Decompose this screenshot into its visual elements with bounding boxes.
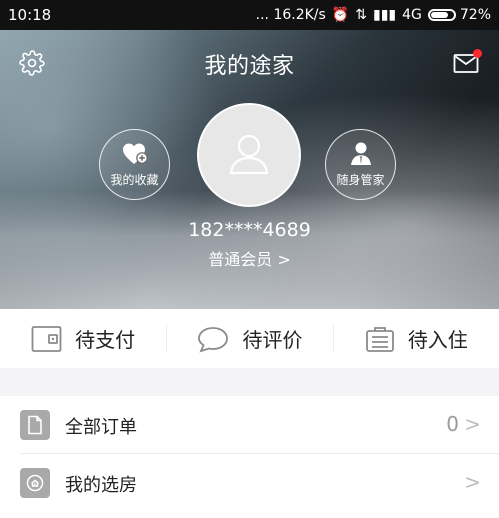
signal-icon: ▮▮▮ xyxy=(372,7,397,23)
network-type: 4G xyxy=(402,7,422,23)
top-navigation: 我的途家 xyxy=(0,30,499,100)
battery-fill xyxy=(430,12,449,18)
butler-label: 随身管家 xyxy=(336,173,385,187)
favorites-content: 我的收藏 xyxy=(100,130,169,199)
my-selected-rooms-row[interactable]: 我的选房 > xyxy=(0,454,499,512)
status-time: 10:18 xyxy=(8,6,52,24)
network-speed: ... 16.2K/s xyxy=(255,7,326,23)
favorites-label: 我的收藏 xyxy=(110,173,159,187)
order-status-row: 待支付 待评价 待入住 xyxy=(0,309,499,368)
section-gap xyxy=(0,368,499,396)
suitcase-icon xyxy=(364,324,396,354)
battery-indicator: 72% xyxy=(427,7,491,23)
chevron-right-icon: > xyxy=(464,412,481,436)
alarm-icon: ⏰ xyxy=(331,7,350,23)
battery-percent: 72% xyxy=(459,7,491,23)
butler-content: 随身管家 xyxy=(326,130,395,199)
status-bar: 10:18 ... 16.2K/s ⏰ ⇅ ▮▮▮ 4G 72% xyxy=(0,0,499,30)
member-level-link[interactable]: 普通会员 > xyxy=(0,246,499,270)
butler-button[interactable]: 随身管家 xyxy=(325,129,396,200)
pending-review-tab[interactable]: 待评价 xyxy=(166,309,332,368)
bottom-edge xyxy=(0,512,499,518)
all-orders-label: 全部订单 xyxy=(65,417,137,438)
mail-button[interactable] xyxy=(453,49,482,78)
pending-payment-label: 待支付 xyxy=(75,328,136,352)
my-selected-rooms-label: 我的选房 xyxy=(65,475,137,496)
notification-dot xyxy=(473,49,482,58)
chat-bubble-icon xyxy=(196,325,230,353)
screen: 10:18 ... 16.2K/s ⏰ ⇅ ▮▮▮ 4G 72% 我的途家 我的… xyxy=(0,0,499,518)
document-icon xyxy=(20,410,50,440)
page-title: 我的途家 xyxy=(204,54,295,79)
butler-icon xyxy=(350,142,371,165)
pending-review-label: 待评价 xyxy=(242,328,303,352)
user-avatar[interactable] xyxy=(197,103,301,207)
pending-checkin-label: 待入住 xyxy=(407,328,468,352)
favorites-button[interactable]: 我的收藏 xyxy=(99,129,170,200)
chevron-right-icon: > xyxy=(464,470,481,494)
pending-checkin-tab[interactable]: 待入住 xyxy=(332,309,499,368)
data-transfer-icon: ⇅ xyxy=(355,7,367,23)
user-phone: 182****4689 xyxy=(188,219,311,241)
user-avatar-icon xyxy=(229,134,269,175)
wallet-icon xyxy=(31,325,63,353)
all-orders-count: 0 xyxy=(446,412,459,436)
battery-icon xyxy=(427,9,456,21)
pending-payment-tab[interactable]: 待支付 xyxy=(0,309,166,368)
all-orders-row[interactable]: 全部订单 0 > xyxy=(0,396,499,454)
status-icons: ... 16.2K/s ⏰ ⇅ ▮▮▮ 4G 72% xyxy=(256,7,491,23)
heart-plus-icon xyxy=(122,143,148,164)
menu-list: 全部订单 0 > 我的选房 > xyxy=(0,396,499,512)
house-search-icon xyxy=(20,468,50,498)
